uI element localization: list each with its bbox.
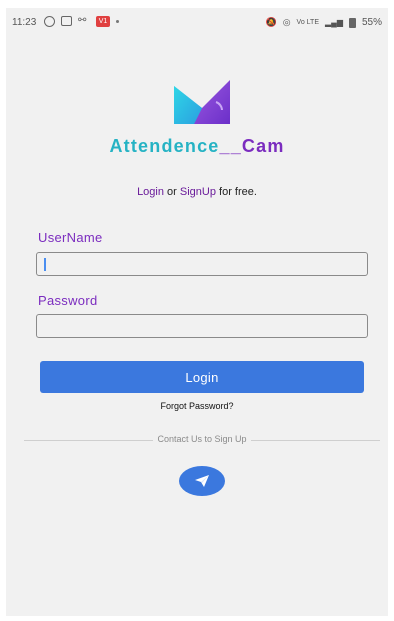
username-input[interactable] (36, 252, 368, 276)
tagline-suffix: for free. (219, 186, 257, 198)
mute-icon: 🔕 (265, 17, 277, 27)
signal-icon: ▂▄▆ (325, 18, 343, 27)
contact-divider: Contact Us to Sign Up (24, 434, 380, 446)
app-title-part1: Attendence (109, 136, 220, 156)
message-icon (61, 16, 72, 26)
app-notification-icon: V1 (96, 15, 110, 27)
contact-fab-button[interactable] (179, 466, 225, 496)
system-icons: 🔕 ◎ Vo LTE ▂▄▆ 55% (265, 17, 382, 28)
status-bar: 11:23 ⚯ V1 🔕 ◎ Vo LTE ▂▄▆ 55% (6, 8, 388, 34)
app-title: Attendence__Cam (6, 136, 388, 157)
whatsapp-icon (44, 15, 55, 27)
or-text: or (167, 186, 177, 198)
app-logo-icon (174, 80, 230, 124)
text-cursor (44, 258, 46, 271)
login-button[interactable]: Login (40, 361, 364, 393)
forgot-password-link[interactable]: Forgot Password? (6, 401, 388, 411)
more-notifications-icon (116, 19, 119, 23)
signup-link[interactable]: SignUp (180, 186, 216, 198)
app-title-part2: Cam (241, 136, 285, 156)
share-icon: ⚯ (78, 15, 87, 26)
telegram-send-icon (195, 475, 209, 487)
battery-icon (348, 17, 356, 28)
app-title-separator: __ (219, 136, 242, 156)
battery-percent: 55% (361, 17, 382, 28)
network-label: Vo LTE (296, 19, 319, 26)
username-label: UserName (38, 230, 103, 245)
hotspot-icon: ◎ (282, 17, 291, 27)
app-screen: 11:23 ⚯ V1 🔕 ◎ Vo LTE ▂▄▆ 55% Attendence… (6, 8, 388, 616)
login-link[interactable]: Login (137, 186, 164, 198)
tagline: Login or SignUp for free. (6, 186, 388, 198)
notification-icons: ⚯ V1 (44, 15, 119, 27)
contact-text-wrap: Contact Us to Sign Up (24, 434, 380, 444)
contact-text: Contact Us to Sign Up (153, 434, 251, 444)
password-input[interactable] (36, 314, 368, 338)
status-time: 11:23 (12, 17, 37, 28)
password-label: Password (38, 293, 98, 308)
